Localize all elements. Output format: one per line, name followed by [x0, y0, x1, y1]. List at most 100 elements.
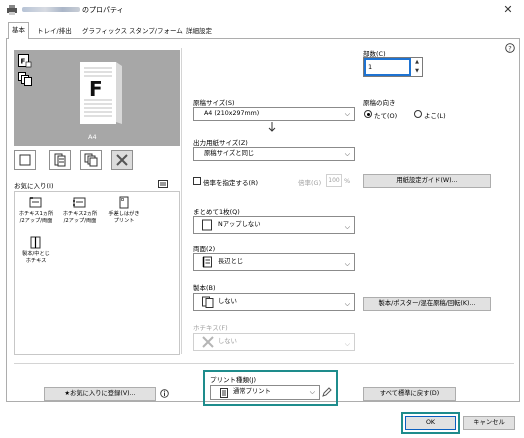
- long-edge-binding-icon: [202, 256, 212, 268]
- original-size-select[interactable]: A4 (210x297mm) ⌵: [193, 107, 355, 121]
- restore-defaults-button[interactable]: すべて標準に戻す(D): [363, 387, 456, 401]
- tab-graphics[interactable]: グラフィックス: [79, 25, 130, 38]
- booklet-label: 製本(B): [193, 284, 216, 292]
- printer-icon: [7, 5, 17, 15]
- paper-guide-button[interactable]: 用紙設定ガイド(W)...: [363, 174, 491, 188]
- staple-none-icon: [202, 336, 214, 348]
- copies-input[interactable]: 1: [364, 58, 411, 76]
- tools-icon: [116, 154, 128, 166]
- spin-down-arrow-icon[interactable]: ▼: [412, 67, 422, 76]
- single-page-icon: [19, 154, 31, 166]
- tab-tray-output[interactable]: トレイ/排出: [34, 25, 75, 38]
- duplex-value: 長辺とじ: [218, 258, 244, 265]
- staple-2up-duplex-icon: [73, 197, 86, 208]
- booklet-poster-button[interactable]: 製本/ポスター/混在原稿/回転(K)...: [363, 297, 491, 311]
- rate-input: 100: [326, 174, 342, 187]
- staple-label: ホチキス(F): [193, 324, 228, 332]
- page-preview: F F: [14, 50, 180, 146]
- tab-advanced[interactable]: 詳細設定: [183, 25, 215, 38]
- svg-text:F: F: [89, 77, 103, 101]
- single-page-view-button[interactable]: [14, 150, 36, 170]
- postcard-icon: [119, 196, 129, 209]
- down-arrow-icon: [268, 122, 276, 132]
- orientation-portrait-label[interactable]: たて(O): [374, 110, 397, 120]
- cancel-button[interactable]: キャンセル: [463, 416, 515, 430]
- favorite-manual-postcard[interactable]: 手差しはがき プリント: [104, 196, 144, 224]
- orientation-portrait-radio[interactable]: [364, 110, 372, 118]
- add-favorite-button[interactable]: ★お気に入りに登録(V)...: [44, 387, 156, 401]
- output-size-label: 出力用紙サイズ(Z): [193, 139, 248, 147]
- chevron-down-icon: ⌵: [344, 300, 350, 308]
- booklet-view-button[interactable]: [49, 150, 71, 170]
- chevron-down-icon: ⌵: [309, 388, 315, 396]
- blurred-printer-name: [22, 7, 80, 12]
- print-type-value: 通常プリント: [233, 388, 271, 395]
- output-size-value: 原稿サイズと同じ: [204, 150, 255, 157]
- output-size-select[interactable]: 原稿サイズと同じ ⌵: [193, 147, 355, 161]
- pencil-icon[interactable]: [322, 387, 332, 397]
- chevron-down-icon: ⌵: [344, 260, 350, 268]
- add-favorite-label: お気に入りに登録(V)...: [70, 390, 136, 397]
- svg-text:?: ?: [508, 45, 511, 53]
- nup-select[interactable]: Nアップしない ⌵: [193, 216, 355, 234]
- info-icon[interactable]: [160, 389, 169, 398]
- staple-value: しない: [218, 338, 237, 345]
- tools-view-button[interactable]: [111, 150, 133, 170]
- stacked-copies-icon: [18, 72, 32, 86]
- print-type-label: プリント種類(J): [210, 376, 256, 384]
- window-title: のプロパティ: [82, 6, 124, 14]
- rate-label: 倍率(G): [298, 179, 322, 187]
- nup-value: Nアップしない: [218, 221, 261, 228]
- staple-2up-duplex-icon: [29, 197, 42, 208]
- booklet-select[interactable]: しない ⌵: [193, 293, 355, 311]
- favorites-label: お気に入り(I): [14, 182, 54, 190]
- svg-text:F: F: [21, 58, 26, 66]
- booklet-icon: [54, 153, 66, 167]
- booklet-saddle-icon: [30, 236, 41, 249]
- orientation-label: 原稿の向き: [363, 99, 396, 107]
- rate-unit: %: [344, 177, 351, 185]
- orientation-landscape-label[interactable]: よこ(L): [424, 110, 446, 120]
- duplex-select[interactable]: 長辺とじ ⌵: [193, 253, 355, 271]
- staple-select: しない ⌵: [193, 333, 355, 351]
- booklet-none-icon: [202, 296, 214, 308]
- chevron-down-icon: ⌵: [344, 223, 350, 231]
- scale-checkbox[interactable]: [193, 177, 201, 185]
- favorite-staple1-2up-duplex[interactable]: ホチキス1ヵ所 /2アップ/両面: [16, 196, 56, 224]
- original-size-value: A4 (210x297mm): [204, 110, 260, 117]
- document-icon: [220, 388, 228, 398]
- print-type-select[interactable]: 通常プリント ⌵: [210, 385, 320, 400]
- spin-up-arrow-icon[interactable]: ▲: [412, 58, 422, 67]
- chevron-down-icon: ⌵: [344, 110, 350, 118]
- favorite-label: ホチキス1ヵ所 /2アップ/両面: [18, 211, 54, 224]
- chevron-down-icon: ⌵: [344, 340, 350, 348]
- scale-checkbox-label[interactable]: 倍率を指定する(R): [203, 177, 258, 187]
- tab-basic[interactable]: 基本: [8, 22, 29, 39]
- original-size-label: 原稿サイズ(S): [193, 99, 235, 107]
- ok-button[interactable]: OK: [405, 416, 456, 430]
- favorite-label: 手差しはがき プリント: [108, 211, 140, 224]
- favorite-label: ホチキス2ヵ所 /2アップ/両面: [62, 211, 98, 224]
- favorite-label: 製本/中とじ ホチキス: [22, 251, 50, 264]
- panel-divider: [181, 48, 182, 354]
- favorite-staple2-2up-duplex[interactable]: ホチキス2ヵ所 /2アップ/両面: [60, 196, 100, 224]
- copies-spinner[interactable]: 1 ▲ ▼: [363, 57, 423, 77]
- preview-page-icon: F: [80, 62, 122, 124]
- bottom-separator: [14, 363, 514, 364]
- chevron-down-icon: ⌵: [344, 150, 350, 158]
- orientation-landscape-radio[interactable]: [414, 110, 422, 118]
- tab-stamp-form[interactable]: スタンプ/フォーム: [126, 25, 186, 38]
- close-button[interactable]: ✕: [500, 3, 516, 17]
- copies-view-button[interactable]: [80, 150, 102, 170]
- duplex-label: 両面(2): [193, 245, 216, 253]
- single-page-icon: [202, 219, 212, 231]
- copies-icon: [84, 153, 98, 167]
- nup-label: まとめて1枚(Q): [193, 208, 240, 216]
- paper-size-label: A4: [88, 133, 97, 141]
- favorite-booklet-saddle[interactable]: 製本/中とじ ホチキス: [16, 236, 56, 264]
- document-f-icon: F: [18, 54, 32, 68]
- booklet-value: しない: [218, 298, 237, 305]
- list-menu-icon[interactable]: [158, 180, 168, 188]
- help-icon[interactable]: ?: [505, 43, 515, 53]
- title-bar: のプロパティ ✕: [0, 0, 524, 20]
